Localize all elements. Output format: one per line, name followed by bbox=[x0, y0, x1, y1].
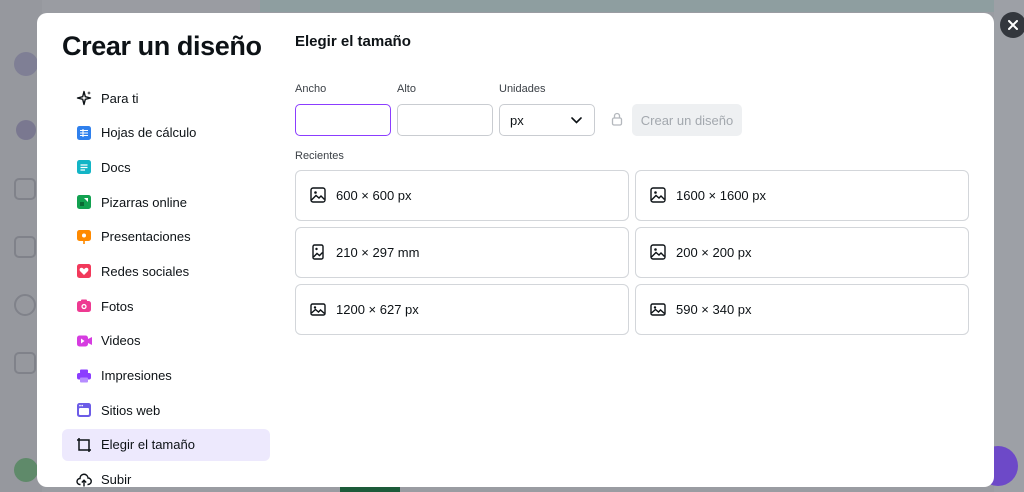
image-icon bbox=[650, 187, 666, 203]
presentation-icon bbox=[76, 229, 92, 245]
nav-item-elegir-el-tamano[interactable]: Elegir el tamaño bbox=[62, 428, 270, 461]
nav-item-para-ti[interactable]: Para ti bbox=[62, 82, 270, 114]
width-label: Ancho bbox=[295, 83, 327, 95]
recent-size-label: 200 × 200 px bbox=[676, 244, 752, 260]
lock-icon[interactable] bbox=[611, 112, 623, 126]
height-input[interactable] bbox=[397, 104, 493, 136]
spreadsheet-icon bbox=[76, 125, 92, 141]
background-right-panel bbox=[994, 0, 1024, 492]
nav-item-label: Hojas de cálculo bbox=[101, 125, 197, 141]
nav-item-label: Redes sociales bbox=[101, 263, 190, 279]
create-design-modal: Crear un diseño Para ti Hojas de cálculo… bbox=[37, 13, 994, 487]
nav-item-label: Pizarras online bbox=[101, 194, 187, 210]
units-value: px bbox=[510, 112, 524, 128]
recent-size-card[interactable]: 1600 × 1600 px bbox=[635, 170, 969, 221]
nav-item-hojas-de-calculo[interactable]: Hojas de cálculo bbox=[62, 117, 270, 149]
recent-size-card[interactable]: 210 × 297 mm bbox=[295, 227, 629, 278]
category-nav: Para ti Hojas de cálculo Docs Pizarras o… bbox=[62, 82, 270, 487]
nav-item-label: Impresiones bbox=[101, 368, 172, 383]
modal-title: Crear un diseño bbox=[62, 31, 262, 61]
nav-item-label: Videos bbox=[101, 333, 141, 349]
nav-item-subir[interactable]: Subir bbox=[62, 464, 270, 487]
units-label: Unidades bbox=[499, 83, 546, 95]
nav-item-docs[interactable]: Docs bbox=[62, 151, 270, 183]
recent-size-card[interactable]: 590 × 340 px bbox=[635, 284, 969, 335]
recent-size-card[interactable]: 200 × 200 px bbox=[635, 227, 969, 278]
heart-icon bbox=[76, 263, 92, 279]
background-banner bbox=[260, 0, 1000, 12]
image-icon bbox=[310, 187, 326, 203]
recent-size-label: 1200 × 627 px bbox=[336, 301, 419, 317]
whiteboard-icon bbox=[76, 194, 92, 210]
landscape-image-icon bbox=[310, 301, 326, 317]
nav-item-redes-sociales[interactable]: Redes sociales bbox=[62, 255, 270, 287]
chevron-down-icon bbox=[571, 116, 582, 124]
close-button[interactable] bbox=[1000, 12, 1024, 38]
background-icon bbox=[14, 178, 36, 200]
video-icon bbox=[76, 333, 92, 349]
background-icon bbox=[14, 236, 36, 258]
content-title: Elegir el tamaño bbox=[295, 33, 411, 50]
recent-size-label: 590 × 340 px bbox=[676, 301, 752, 317]
landscape-image-icon bbox=[650, 301, 666, 317]
recent-size-label: 600 × 600 px bbox=[336, 187, 412, 203]
close-icon bbox=[1008, 20, 1018, 30]
create-design-button[interactable]: Crear un diseño bbox=[632, 104, 742, 136]
resize-icon bbox=[76, 437, 92, 453]
width-input[interactable] bbox=[295, 104, 391, 136]
portrait-image-icon bbox=[310, 244, 326, 260]
nav-item-presentaciones[interactable]: Presentaciones bbox=[62, 221, 270, 253]
recent-size-card[interactable]: 1200 × 627 px bbox=[295, 284, 629, 335]
background-avatar bbox=[14, 52, 38, 76]
recent-size-label: 1600 × 1600 px bbox=[676, 187, 766, 203]
nav-item-pizarras-online[interactable]: Pizarras online bbox=[62, 186, 270, 218]
nav-item-label: Sitios web bbox=[101, 402, 161, 418]
nav-item-label: Subir bbox=[101, 472, 132, 487]
nav-item-impresiones[interactable]: Impresiones bbox=[62, 360, 270, 392]
background-icon bbox=[14, 352, 36, 374]
background-sidebar bbox=[0, 0, 42, 492]
background-avatar bbox=[14, 458, 38, 482]
recents-grid: 600 × 600 px 1600 × 1600 px 210 × 297 mm… bbox=[295, 170, 969, 335]
sparkle-icon bbox=[76, 90, 92, 106]
nav-item-label: Docs bbox=[101, 159, 131, 175]
units-select[interactable]: px bbox=[499, 104, 595, 136]
recent-size-card[interactable]: 600 × 600 px bbox=[295, 170, 629, 221]
nav-item-label: Presentaciones bbox=[101, 229, 191, 245]
background-icon bbox=[14, 294, 36, 316]
camera-icon bbox=[76, 298, 92, 314]
nav-item-label: Elegir el tamaño bbox=[101, 437, 195, 453]
background-icon bbox=[16, 120, 36, 140]
nav-item-label: Fotos bbox=[101, 298, 134, 314]
height-label: Alto bbox=[397, 83, 416, 95]
website-icon bbox=[76, 402, 92, 418]
recents-label: Recientes bbox=[295, 150, 344, 162]
docs-icon bbox=[76, 159, 92, 175]
nav-item-videos[interactable]: Videos bbox=[62, 325, 270, 357]
upload-icon bbox=[76, 472, 92, 487]
recent-size-label: 210 × 297 mm bbox=[336, 244, 420, 260]
nav-item-label: Para ti bbox=[101, 90, 139, 106]
nav-item-sitios-web[interactable]: Sitios web bbox=[62, 394, 270, 426]
image-icon bbox=[650, 244, 666, 260]
printer-icon bbox=[76, 368, 92, 384]
nav-item-fotos[interactable]: Fotos bbox=[62, 290, 270, 322]
